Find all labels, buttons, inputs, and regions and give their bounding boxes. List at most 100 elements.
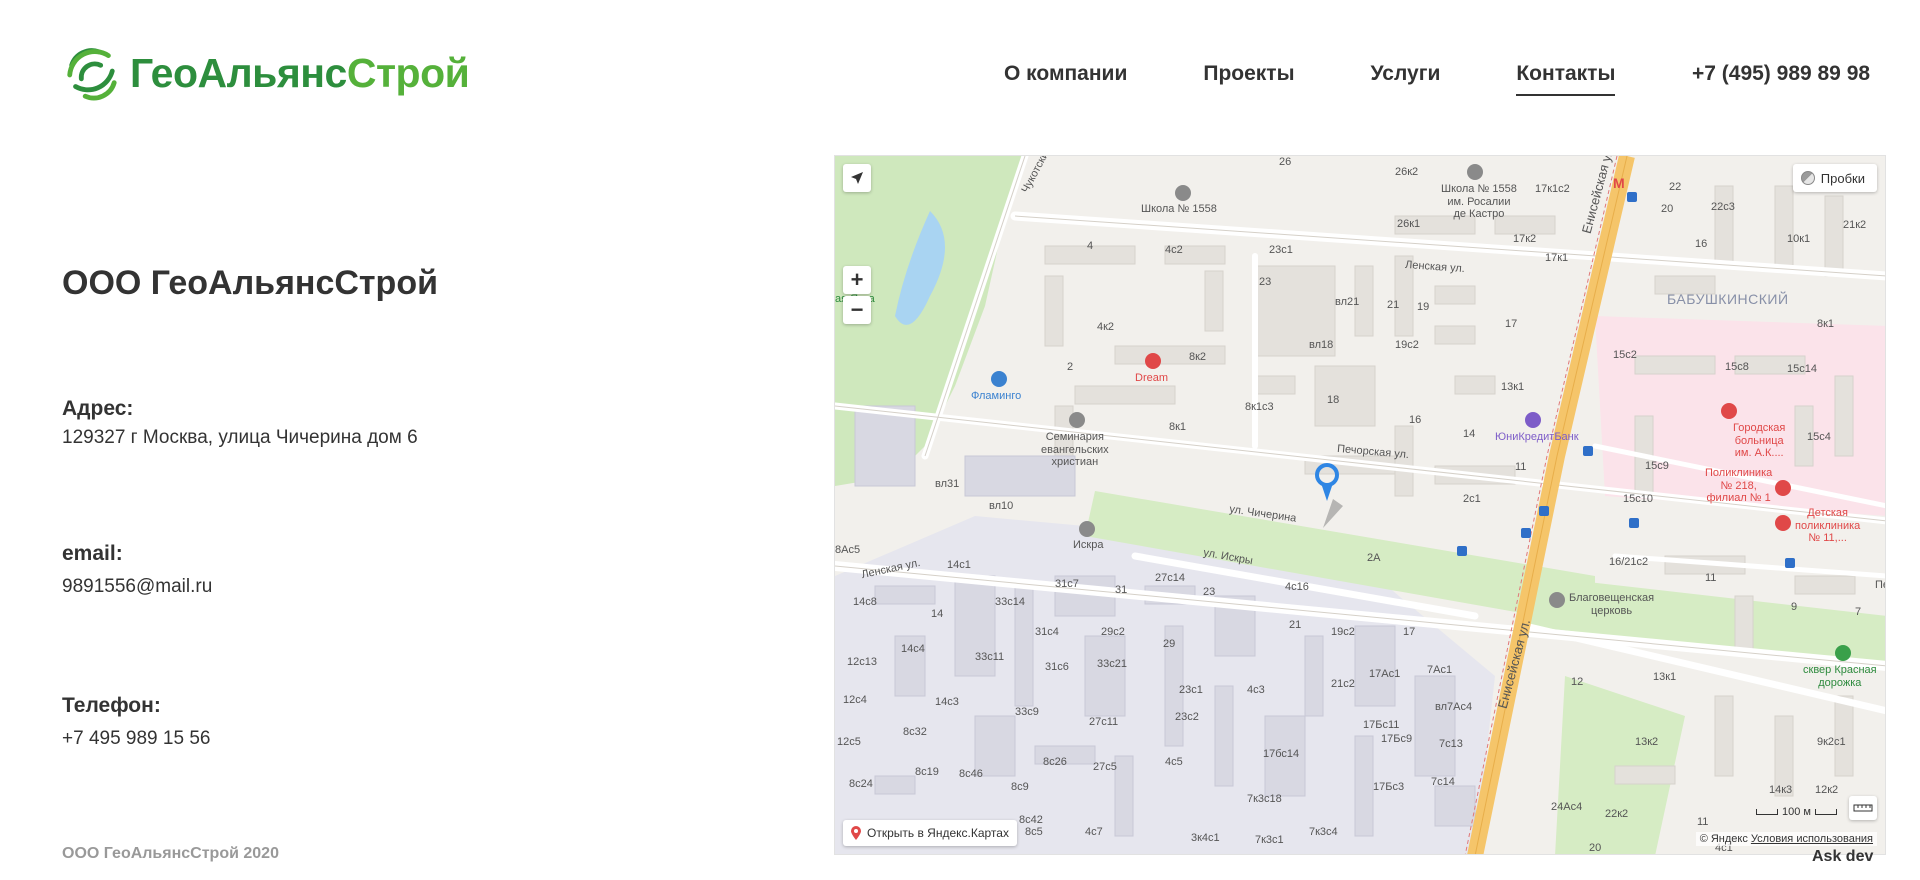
map-copyright: © Яндекс Условия использования — [1695, 832, 1877, 846]
map-label: 15с14 — [1787, 363, 1817, 375]
zoom-out-button[interactable]: − — [843, 296, 871, 324]
map-label: 16 — [1695, 238, 1708, 250]
map-label: 17бс14 — [1263, 748, 1300, 760]
map-label: 33с14 — [995, 596, 1025, 608]
yandex-map[interactable]: M Школа № 1558 Школа № 1558 им. Росалии де… — [834, 155, 1886, 855]
map-label: 17к2 — [1513, 233, 1537, 245]
map-label: 26к1 — [1397, 218, 1421, 230]
map-label: 15с4 — [1807, 431, 1831, 443]
nav-about[interactable]: О компании — [1004, 62, 1127, 96]
map-label: 11 — [1515, 461, 1527, 473]
zoom-in-button[interactable]: + — [843, 266, 871, 294]
map-label: 7к3с4 — [1309, 826, 1338, 838]
map-label: 15с9 — [1645, 460, 1669, 472]
kids-polyclinic-icon[interactable] — [1775, 515, 1791, 531]
map-label: 23 — [1259, 276, 1272, 288]
map-label: 13к2 — [1635, 736, 1659, 748]
map-label: 14с4 — [901, 643, 925, 655]
shop-icon[interactable] — [991, 371, 1007, 387]
map-label: 17Бс9 — [1381, 733, 1413, 745]
map-label: 19с2 — [1395, 339, 1419, 351]
cinema-icon[interactable] — [1079, 521, 1095, 537]
terms-link[interactable]: Условия использования — [1751, 833, 1873, 845]
geolocation-button[interactable] — [843, 164, 871, 192]
map-label: вл7Ас4 — [1435, 701, 1473, 713]
map-label: 17Ас1 — [1369, 668, 1401, 680]
map-label: 4с5 — [1165, 756, 1183, 768]
traffic-button[interactable]: Пробки — [1792, 164, 1877, 192]
school-icon[interactable] — [1467, 164, 1483, 180]
ask-dev-link[interactable]: Ask dev — [1812, 848, 1873, 866]
polyclinic-icon[interactable] — [1775, 480, 1791, 496]
map-label: вл31 — [935, 478, 960, 490]
header-phone[interactable]: +7 (495) 989 89 98 — [1692, 62, 1870, 86]
map-label: БАБУШКИНСКИЙ — [1667, 291, 1789, 307]
map-label: 8к1 — [1169, 421, 1187, 433]
map-label: 19 — [1417, 301, 1430, 313]
map-label: 8с46 — [959, 768, 983, 780]
map-label: 4с7 — [1085, 826, 1103, 838]
map-pin-icon — [851, 826, 861, 840]
map-label: 31с7 — [1055, 578, 1079, 590]
map-label: 8с19 — [915, 766, 939, 778]
main-nav: О компании Проекты Услуги Контакты — [1004, 62, 1691, 96]
map-label: 2с1 — [1463, 493, 1481, 505]
map-label: 27с11 — [1089, 716, 1119, 728]
map-label: 8с5 — [1025, 826, 1043, 838]
map-label: 2А — [1367, 552, 1381, 564]
map-label: 19с2 — [1331, 626, 1355, 638]
map-label: 21с2 — [1331, 678, 1355, 690]
hospital-icon[interactable] — [1721, 403, 1737, 419]
nav-contacts[interactable]: Контакты — [1516, 62, 1616, 96]
map-label: 31 — [1115, 584, 1128, 596]
traffic-label: Пробки — [1820, 170, 1865, 186]
map-label: 4с3 — [1247, 684, 1265, 696]
map-label: 15с8 — [1725, 361, 1749, 373]
map-label: 7к3с18 — [1247, 793, 1282, 805]
map-label: 14с3 — [935, 696, 959, 708]
map-label: 12к2 — [1815, 784, 1839, 796]
map-label: 7с14 — [1431, 776, 1455, 788]
map-label: Школа № 1558 — [1141, 203, 1217, 215]
nav-services[interactable]: Услуги — [1371, 62, 1441, 96]
bank-icon[interactable] — [1525, 412, 1541, 428]
map-label: Искра — [1073, 539, 1104, 551]
map-scale: 100 м — [1756, 806, 1837, 818]
ruler-button[interactable] — [1849, 796, 1877, 820]
open-in-yandex-button[interactable]: Открыть в Яндекс.Картах — [843, 820, 1017, 846]
map-label: 17Бс11 — [1363, 719, 1400, 731]
church-icon[interactable] — [1069, 412, 1085, 428]
dentist-icon[interactable] — [1145, 353, 1161, 369]
map-label: 29с2 — [1101, 626, 1125, 638]
park-icon[interactable] — [1835, 645, 1851, 661]
map-label: Детская поликлиника № 11,... — [1795, 507, 1861, 545]
email-value[interactable]: 9891556@mail.ru — [62, 576, 212, 598]
map-label: 27с5 — [1093, 761, 1117, 773]
map-label: 14с8 — [853, 596, 877, 608]
map-label: 9 — [1791, 601, 1798, 613]
map-label: ЮниКредитБанк — [1495, 431, 1579, 443]
navigation-arrow-icon — [851, 172, 863, 184]
map-label: 8с42 — [1019, 814, 1043, 826]
map-label: 33с11 — [975, 651, 1005, 663]
school-icon[interactable] — [1175, 185, 1191, 201]
map-label: 18 — [1327, 394, 1340, 406]
map-label: 8к1 — [1817, 318, 1835, 330]
map-label: 8с32 — [903, 726, 927, 738]
phone-value[interactable]: +7 495 989 15 56 — [62, 728, 210, 750]
map-label: 4к2 — [1097, 321, 1115, 333]
traffic-icon — [1800, 171, 1815, 185]
map-label: 22 — [1669, 181, 1682, 193]
church-icon[interactable] — [1549, 592, 1565, 608]
nav-projects[interactable]: Проекты — [1203, 62, 1294, 96]
map-label: 17 — [1403, 626, 1416, 638]
map-label: Благовещенская церковь — [1569, 592, 1655, 617]
map-label: 12 — [1571, 676, 1584, 688]
map-label: 21 — [1387, 299, 1400, 311]
map-label: 15с2 — [1613, 349, 1637, 361]
map-label: 17 — [1505, 318, 1518, 330]
map-label: 17к1с2 — [1535, 183, 1570, 195]
logo[interactable]: ГеоАльянсСтрой — [62, 44, 470, 102]
map-label: Пе — [1875, 579, 1885, 591]
map-label: 8к1с3 — [1245, 401, 1274, 413]
